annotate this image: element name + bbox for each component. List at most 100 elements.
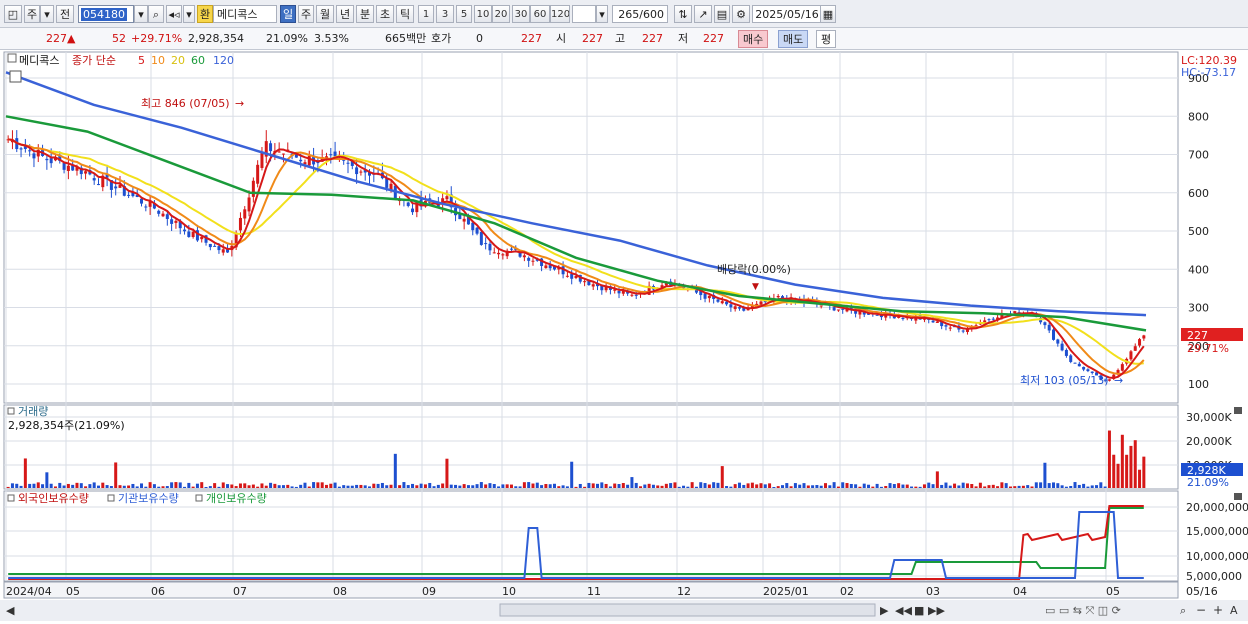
panel-menu-icon[interactable] <box>7 53 17 63</box>
x-tick-label: 05 <box>1106 585 1120 598</box>
mode-select[interactable]: 주 <box>24 5 40 23</box>
volume-bar <box>922 484 926 488</box>
volume-bar <box>226 484 230 488</box>
volume-bar <box>131 483 135 488</box>
interval-20[interactable]: 20 <box>492 5 510 23</box>
volume-bar <box>970 484 974 488</box>
mode-dropdown-icon[interactable]: ▾ <box>40 5 54 23</box>
volume-bar <box>441 483 445 488</box>
dividend-marker: 배당락(0.00%) <box>717 263 791 276</box>
holdings-close-icon[interactable] <box>1234 493 1242 500</box>
table-icon[interactable] <box>9 70 22 83</box>
volume-bar <box>200 482 204 488</box>
speaker-dropdown-icon[interactable]: ▾ <box>183 5 195 23</box>
date-input[interactable]: 2025/05/16 <box>752 5 822 23</box>
tab-period-week[interactable]: 주 <box>298 5 314 23</box>
volume-bar <box>867 484 871 488</box>
rewind-icon[interactable]: ◀◀ <box>895 604 912 617</box>
count-input[interactable]: 265/600 <box>612 5 668 23</box>
candle-body <box>948 327 952 329</box>
holdings-menu-icon[interactable] <box>7 494 15 502</box>
flat-button[interactable]: 평 <box>816 30 837 48</box>
toolbar: ◰ 주 ▾ 전 054180 ▾ ⌕ ◂◃ ▾ 환 메디콕스 일 주 월 년 분… <box>0 0 1248 28</box>
up-arrow-icon: ▲ <box>67 32 76 45</box>
price-tick-label: 400 <box>1188 263 1209 276</box>
volume-bar <box>105 485 109 488</box>
sell-button[interactable]: 매도 <box>778 30 809 48</box>
interval-custom-input[interactable] <box>572 5 596 23</box>
prev-button[interactable]: 전 <box>56 5 74 23</box>
low-arrow-icon: → <box>1114 374 1123 387</box>
candle-body <box>45 158 49 161</box>
interval-dropdown-icon[interactable]: ▾ <box>596 5 608 23</box>
window-menu-icon[interactable]: ◰ <box>4 5 22 23</box>
volume-close-icon[interactable] <box>1234 407 1242 414</box>
code-dropdown-icon[interactable]: ▾ <box>134 5 148 23</box>
price-tick-label: 100 <box>1188 378 1209 391</box>
interval-5-label: 5 <box>460 9 468 20</box>
volume-menu-icon[interactable] <box>7 407 15 415</box>
scroll-right-icon[interactable]: ▶ <box>880 604 889 617</box>
zoom-out-icon[interactable]: − <box>1196 603 1206 617</box>
candle-body <box>565 275 569 277</box>
volume-bar <box>509 484 513 488</box>
buy-button[interactable]: 매수 <box>738 30 769 48</box>
font-size-icon[interactable]: A <box>1230 604 1238 617</box>
zoom-in-icon[interactable]: + <box>1213 603 1223 617</box>
x-tick-label: 05 <box>66 585 80 598</box>
candle-body <box>630 294 634 296</box>
layout-icons[interactable]: ▭ ▭ ⇆ ⤧ ◫ ⟳ <box>1045 604 1121 617</box>
zoom-search-icon[interactable]: ⌕ <box>1180 604 1186 617</box>
scroll-thumb[interactable] <box>499 603 876 617</box>
stop-icon[interactable]: ■ <box>914 604 924 617</box>
candle-body <box>720 301 724 304</box>
price-tick-label: 500 <box>1188 225 1209 238</box>
tab-period-month[interactable]: 월 <box>316 5 334 23</box>
candle-body <box>96 184 100 186</box>
scroll-left-icon[interactable]: ◀ <box>6 604 15 617</box>
indicator-icon[interactable]: ⇅ <box>674 5 692 23</box>
tab-period-year[interactable]: 년 <box>336 5 354 23</box>
tab-period-second[interactable]: 초 <box>376 5 394 23</box>
volume-bar <box>841 482 845 488</box>
draw-tool-icon[interactable]: ↗ <box>694 5 712 23</box>
volume-bar <box>320 482 324 488</box>
tab-period-tick[interactable]: 틱 <box>396 5 414 23</box>
han-button[interactable]: 환 <box>197 5 213 23</box>
stock-code-input[interactable]: 054180 <box>78 5 134 23</box>
calendar-icon[interactable]: ▦ <box>820 5 836 23</box>
gear-icon[interactable]: ⚙ <box>732 5 750 23</box>
interval-5[interactable]: 5 <box>456 5 472 23</box>
volume-bar <box>1133 440 1137 488</box>
volume-bar <box>948 485 952 488</box>
volume-bar <box>213 483 217 488</box>
volume-bar <box>725 486 729 488</box>
volume-bar <box>221 482 225 488</box>
volume-bar <box>699 482 703 488</box>
interval-120[interactable]: 120 <box>550 5 570 23</box>
speaker-icon[interactable]: ◂◃ <box>166 5 182 23</box>
candle-body <box>217 246 221 251</box>
interval-10[interactable]: 10 <box>474 5 492 23</box>
chart-area[interactable]: 2024/04 05 06 07 08 09 10 11 12 2025/01 02 03 04 05 05… <box>0 50 1248 621</box>
interval-30[interactable]: 30 <box>512 5 530 23</box>
volume-bar <box>1129 445 1133 488</box>
date-value: 2025/05/16 <box>755 8 819 21</box>
tab-period-minute[interactable]: 분 <box>356 5 374 23</box>
interval-3[interactable]: 3 <box>436 5 454 23</box>
tab-period-day[interactable]: 일 <box>280 5 296 23</box>
interval-60[interactable]: 60 <box>530 5 550 23</box>
volume-bar <box>879 486 883 488</box>
candle-body <box>617 290 621 294</box>
search-icon[interactable]: ⌕ <box>148 5 164 23</box>
volume-bar <box>264 485 268 488</box>
candle-body <box>1069 355 1073 362</box>
candle-body <box>1120 364 1124 371</box>
volume-bar <box>604 483 608 488</box>
volume-bar <box>694 486 698 488</box>
save-icon[interactable]: ▤ <box>714 5 730 23</box>
fast-forward-icon[interactable]: ▶▶ <box>928 604 945 617</box>
volume-panel <box>3 404 1179 490</box>
interval-1[interactable]: 1 <box>418 5 434 23</box>
volume-bar <box>531 483 535 488</box>
